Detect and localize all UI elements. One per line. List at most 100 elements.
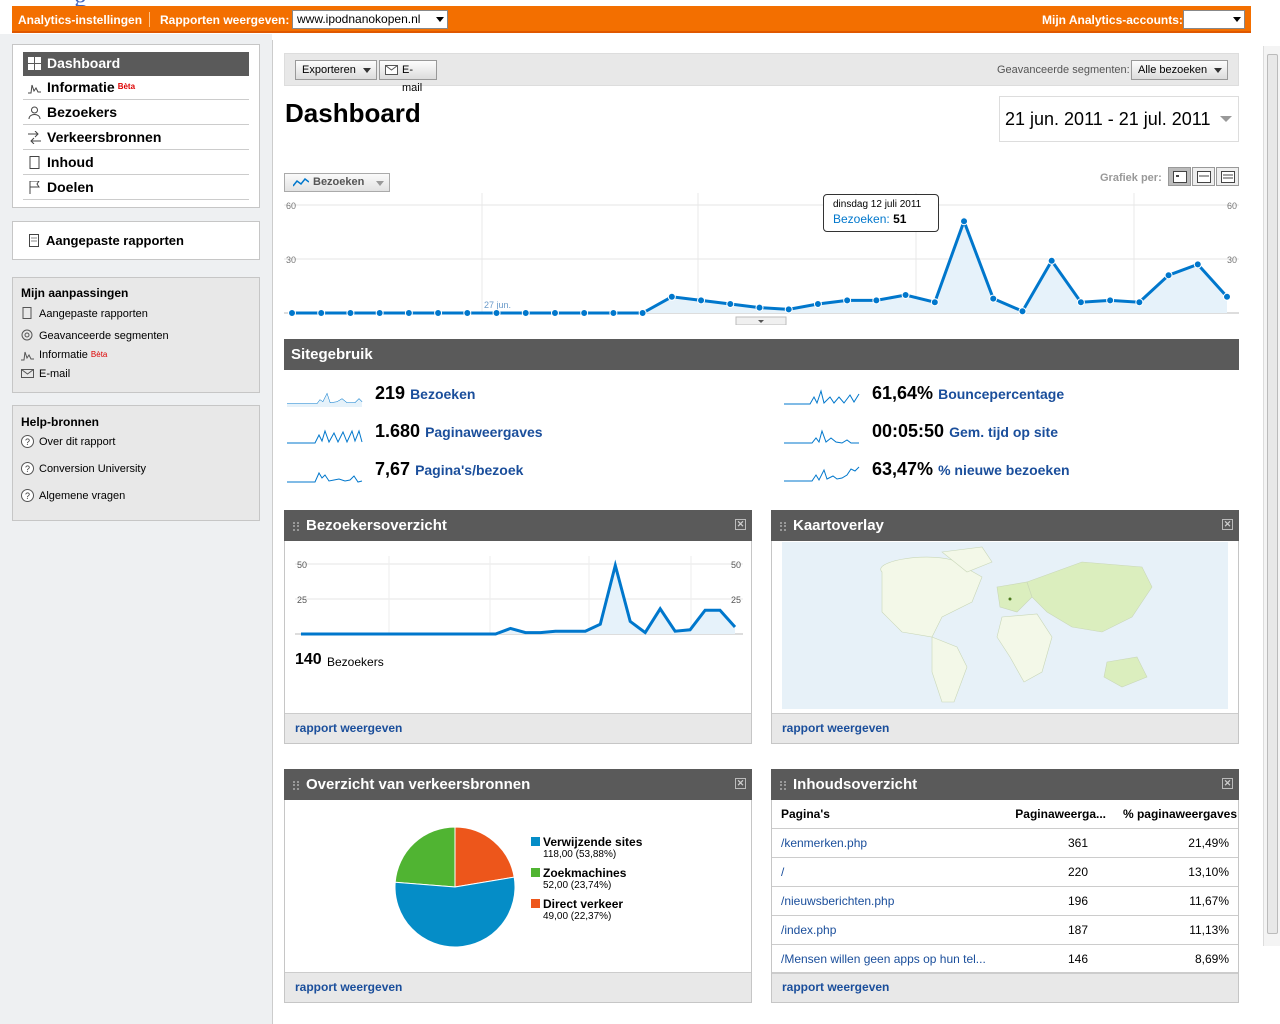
- drag-handle-icon[interactable]: [293, 522, 299, 531]
- segments-select[interactable]: Alle bezoeken: [1131, 60, 1228, 80]
- sidebar-item-informatie[interactable]: Informatie Bèta: [23, 76, 249, 100]
- legend-label: Verwijzende sites: [543, 835, 643, 849]
- close-icon[interactable]: ✕: [735, 778, 746, 789]
- stat-pages-per-visit[interactable]: 7,67 Pagina's/bezoek: [287, 459, 747, 485]
- help-faq-link[interactable]: ? Algemene vragen: [21, 489, 125, 503]
- page-title: Dashboard: [285, 98, 421, 128]
- graph-day-button[interactable]: [1168, 167, 1191, 186]
- stat-new-visits[interactable]: 63,47% % nieuwe bezoeken: [784, 459, 1239, 485]
- flag-icon: [29, 181, 40, 194]
- visitors-chart: 25 25 50 50: [295, 556, 743, 636]
- drag-handle-icon[interactable]: [780, 522, 786, 531]
- stat-link[interactable]: Paginaweergaves: [425, 424, 543, 440]
- visitors-count-label: Bezoekers: [327, 655, 384, 669]
- stat-link[interactable]: Gem. tijd op site: [949, 424, 1058, 440]
- page-link[interactable]: /kenmerken.php: [781, 829, 1001, 858]
- sidebar-item-inhoud[interactable]: Inhoud: [23, 151, 249, 175]
- calendar-month-icon: [1221, 171, 1235, 183]
- stat-visits[interactable]: 219 Bezoeken: [287, 383, 747, 409]
- close-icon[interactable]: ✕: [1222, 519, 1233, 530]
- visitors-report-link[interactable]: rapport weergeven: [285, 713, 751, 743]
- visitors-overview-panel: 25 25 50 50 140 Bezoekers rapport weergeven: [284, 510, 752, 744]
- data-point: [1135, 298, 1144, 307]
- data-point: [346, 309, 355, 317]
- page-link[interactable]: /: [781, 858, 1001, 887]
- visitors-overview-header[interactable]: Bezoekersoverzicht ✕: [284, 510, 752, 541]
- page-link[interactable]: /nieuwsberichten.php: [781, 887, 1001, 916]
- sidebar-item-bezoekers[interactable]: Bezoekers: [23, 101, 249, 125]
- line-chart-icon: [293, 178, 309, 187]
- pie-slice-direct-verkeer: [454, 826, 515, 888]
- my-email-link[interactable]: E-mail: [21, 367, 70, 381]
- close-icon[interactable]: ✕: [1222, 778, 1233, 789]
- stat-link[interactable]: Bezoeken: [410, 386, 475, 402]
- chart-icon: [28, 84, 41, 94]
- date-range-picker[interactable]: 21 jun. 2011 - 21 jul. 2011: [999, 96, 1239, 142]
- pageviews-cell: 187: [1067, 923, 1088, 937]
- data-point: [901, 291, 910, 299]
- legend-swatch: [531, 868, 540, 877]
- data-point: [550, 309, 559, 317]
- my-informatie-link[interactable]: Informatie Bèta: [21, 348, 107, 362]
- drag-handle-icon[interactable]: [780, 781, 786, 790]
- email-button[interactable]: E-mail: [379, 60, 437, 94]
- data-point: [930, 298, 939, 307]
- page-link[interactable]: /Mensen willen geen apps op hun tel...: [781, 945, 1001, 974]
- traffic-report-link[interactable]: rapport weergeven: [285, 972, 751, 1002]
- stat-link[interactable]: Bouncepercentage: [938, 386, 1064, 402]
- chevron-down-icon: [363, 68, 371, 73]
- metric-selector[interactable]: Bezoeken: [284, 173, 390, 192]
- traffic-pie-chart[interactable]: [390, 822, 520, 952]
- site-select[interactable]: www.ipodnanokopen.nl: [292, 10, 448, 29]
- graph-month-button[interactable]: [1216, 167, 1239, 186]
- data-point: [843, 296, 852, 305]
- help-about-link[interactable]: ? Over dit rapport: [21, 435, 115, 449]
- content-report-link[interactable]: rapport weergeven: [772, 972, 1238, 1002]
- help-conversion-link[interactable]: ? Conversion University: [21, 462, 146, 476]
- content-overview-header[interactable]: Inhoudsoverzicht ✕: [771, 769, 1239, 800]
- sparkline: [784, 389, 860, 405]
- map-report-link[interactable]: rapport weergeven: [772, 713, 1238, 743]
- page-link[interactable]: /index.php: [781, 916, 1001, 945]
- table-row: /Mensen willen geen apps op hun tel... 14…: [772, 945, 1238, 974]
- data-point: [697, 296, 706, 305]
- stat-bounce[interactable]: 61,64% Bouncepercentage: [784, 383, 1239, 409]
- series-line: [292, 216, 1229, 315]
- reports-label: Rapporten weergeven:: [160, 13, 290, 27]
- email-label: E-mail: [402, 64, 423, 94]
- column-header[interactable]: % paginaweergaves: [1123, 800, 1237, 829]
- legend-swatch: [531, 837, 540, 846]
- panel-title: Bezoekersoverzicht: [306, 517, 447, 534]
- stat-link[interactable]: % nieuwe bezoeken: [938, 462, 1069, 478]
- sidebar-item-verkeersbronnen[interactable]: Verkeersbronnen: [23, 126, 249, 150]
- column-header[interactable]: Paginaweerga...: [1015, 800, 1106, 829]
- stat-time-on-site[interactable]: 00:05:50 Gem. tijd op site: [784, 421, 1239, 447]
- vertical-scrollbar[interactable]: [1263, 46, 1280, 946]
- world-map[interactable]: [782, 542, 1228, 709]
- my-custom-reports-link[interactable]: Aangepaste rapporten: [21, 307, 148, 321]
- sidebar-item-doelen[interactable]: Doelen: [23, 176, 249, 200]
- accounts-select[interactable]: [1183, 10, 1245, 29]
- stat-pageviews[interactable]: 1.680 Paginaweergaves: [287, 421, 747, 447]
- map-overlay-panel: rapport weergeven: [771, 510, 1239, 744]
- custom-reports-box[interactable]: Aangepaste rapporten: [12, 221, 260, 260]
- pageviews-cell: 146: [1067, 952, 1088, 966]
- close-icon[interactable]: ✕: [735, 519, 746, 530]
- scrollbar-thumb[interactable]: [1267, 54, 1278, 934]
- visits-chart[interactable]: 3030606027 jun.4 jul.11 jul.18 jul.: [284, 193, 1239, 325]
- column-header[interactable]: Pagina's: [781, 800, 1001, 829]
- drag-handle-icon[interactable]: [293, 781, 299, 790]
- analytics-settings-link[interactable]: Analytics-instellingen: [18, 13, 142, 27]
- segments-icon: [21, 329, 33, 341]
- export-button[interactable]: Exporteren: [295, 60, 377, 80]
- my-segments-link[interactable]: Geavanceerde segmenten: [21, 329, 169, 343]
- stat-link[interactable]: Pagina's/bezoek: [415, 462, 523, 478]
- graph-week-button[interactable]: [1192, 167, 1215, 186]
- map-overlay-header[interactable]: Kaartoverlay ✕: [771, 510, 1239, 541]
- sidebar-item-dashboard[interactable]: Dashboard: [23, 52, 249, 76]
- traffic-sources-header[interactable]: Overzicht van verkeersbronnen ✕: [284, 769, 752, 800]
- link-label: Conversion University: [39, 463, 146, 475]
- sparkline: [784, 466, 860, 482]
- data-point: [726, 300, 735, 308]
- custom-reports-link[interactable]: Aangepaste rapporten: [46, 233, 184, 248]
